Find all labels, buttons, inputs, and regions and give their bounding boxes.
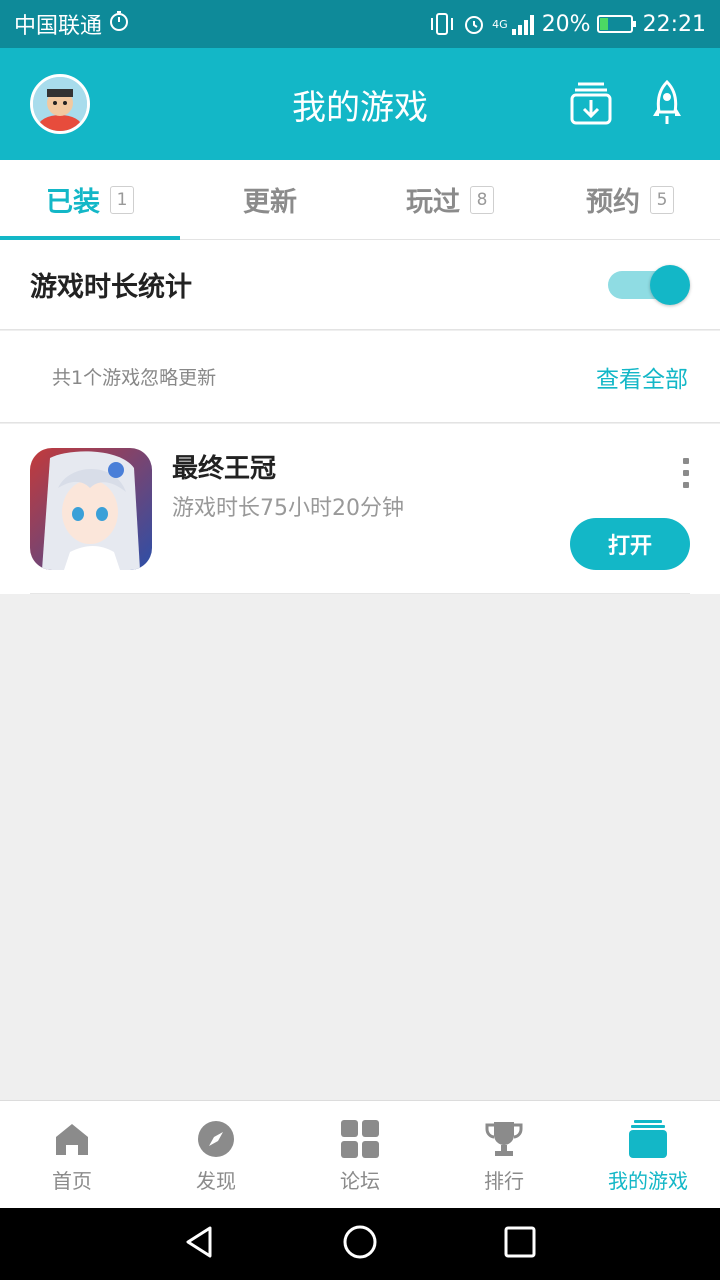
ignored-updates-text: 共1个游戏忽略更新 [52, 367, 217, 389]
battery-icon [596, 13, 637, 35]
alarm-icon [462, 12, 486, 36]
rocket-button[interactable] [642, 78, 692, 128]
tab-bar: 已装 1 更新 玩过 8 预约 5 [0, 160, 720, 240]
nav-my-games[interactable]: 我的游戏 [576, 1101, 720, 1208]
download-manager-icon [570, 82, 612, 125]
trophy-icon [484, 1119, 524, 1159]
status-bar: 中国联通 4G 20% 22:21 [0, 0, 720, 48]
system-nav-bar [0, 1208, 720, 1280]
playtime-stats-toggle[interactable] [608, 264, 690, 305]
nav-label: 发现 [196, 1169, 236, 1193]
back-icon[interactable] [182, 1224, 218, 1264]
game-list-item[interactable]: 最终王冠 游戏时长75小时20分钟 打开 [0, 424, 720, 594]
nav-forum[interactable]: 论坛 [288, 1101, 432, 1208]
download-manager-button[interactable] [566, 78, 616, 128]
open-game-button[interactable]: 打开 [570, 518, 690, 570]
tab-label: 玩过 [406, 187, 460, 218]
divider [30, 593, 690, 594]
tab-installed[interactable]: 已装 1 [0, 160, 180, 240]
stopwatch-icon [108, 10, 130, 38]
tab-count-badge: 8 [470, 185, 494, 214]
tab-reserved[interactable]: 预约 5 [540, 160, 720, 239]
nav-label: 论坛 [340, 1169, 380, 1193]
tab-label: 预约 [586, 187, 640, 218]
clock: 22:21 [642, 11, 706, 37]
carrier-label: 中国联通 [14, 14, 103, 39]
nav-home[interactable]: 首页 [0, 1101, 144, 1208]
tab-count-badge: 1 [110, 185, 134, 214]
home-circle-icon[interactable] [342, 1224, 378, 1264]
signal-type-label: 4G [492, 17, 508, 31]
rocket-icon [653, 80, 681, 124]
more-options-icon[interactable] [676, 458, 696, 488]
tab-label: 更新 [243, 187, 297, 218]
nav-label: 首页 [52, 1169, 92, 1193]
compass-icon [196, 1119, 236, 1159]
game-icon[interactable] [30, 448, 152, 570]
nav-ranking[interactable]: 排行 [432, 1101, 576, 1208]
grid-icon [340, 1119, 380, 1159]
tab-updates[interactable]: 更新 [180, 160, 360, 239]
playtime-stats-label: 游戏时长统计 [30, 272, 192, 303]
game-name: 最终王冠 [172, 454, 277, 484]
vibrate-icon [428, 12, 456, 36]
tab-played[interactable]: 玩过 8 [360, 160, 540, 239]
toggle-knob [650, 264, 690, 305]
nav-label: 排行 [484, 1169, 524, 1193]
nav-label: 我的游戏 [608, 1169, 688, 1193]
avatar[interactable] [30, 74, 90, 134]
tab-count-badge: 5 [650, 185, 674, 214]
view-all-link[interactable]: 查看全部 [596, 360, 688, 394]
home-icon [52, 1119, 92, 1159]
tab-label: 已装 [46, 187, 100, 218]
bottom-nav: 首页 发现 论坛 排行 我的游戏 [0, 1100, 720, 1208]
nav-discover[interactable]: 发现 [144, 1101, 288, 1208]
battery-percent: 20% [541, 11, 591, 37]
playtime-stats-row: 游戏时长统计 [0, 240, 720, 330]
ignored-updates-row: 共1个游戏忽略更新 查看全部 [0, 331, 720, 423]
game-playtime: 游戏时长75小时20分钟 [172, 496, 404, 521]
signal-icon: 4G [492, 13, 536, 35]
my-games-icon [628, 1119, 668, 1159]
app-header: 我的游戏 [0, 48, 720, 160]
recents-icon[interactable] [502, 1224, 538, 1264]
